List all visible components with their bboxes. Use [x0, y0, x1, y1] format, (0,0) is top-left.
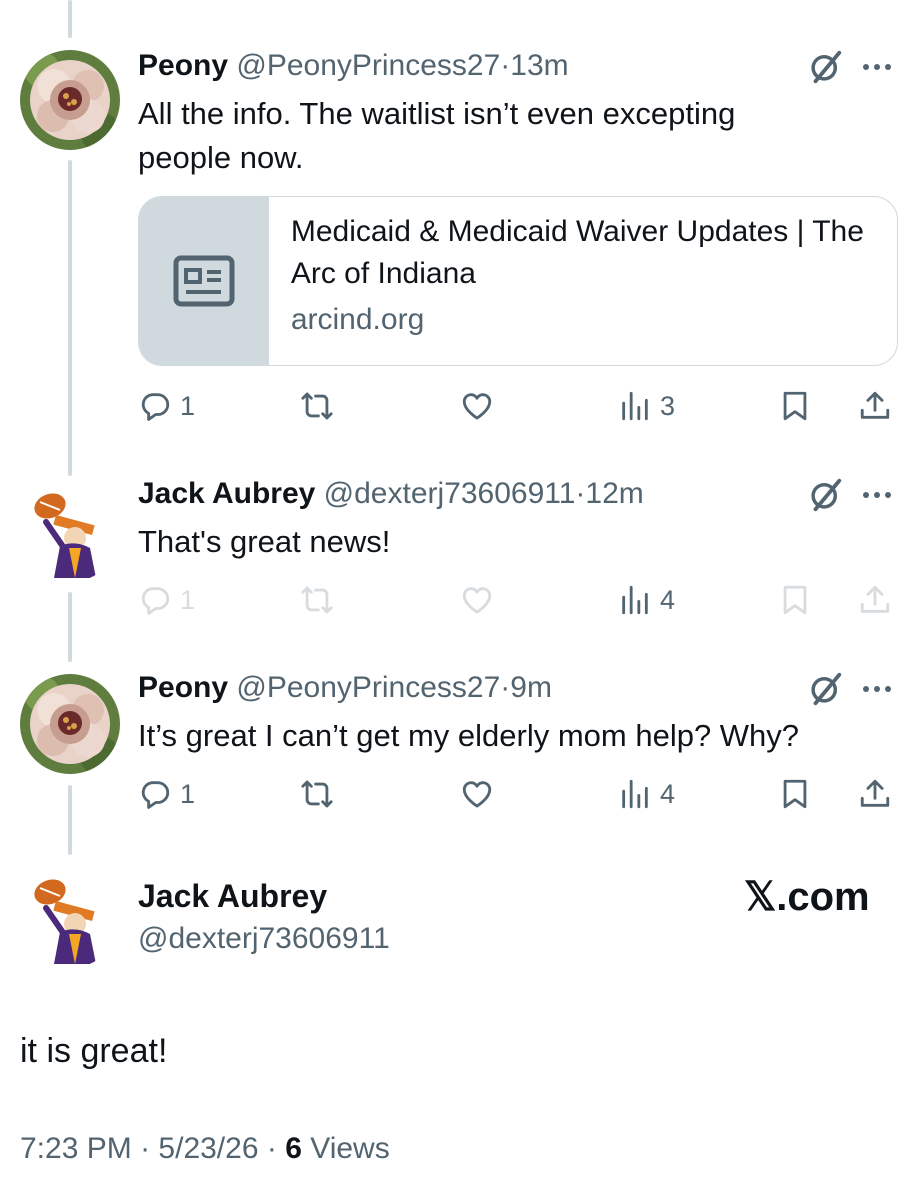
card-title: Medicaid & Medicaid Waiver Updates | The…	[290, 215, 864, 290]
like-button[interactable]	[460, 386, 494, 426]
tweet-header: Jack Aubrey @dexterj73606911·12m	[138, 476, 644, 512]
retweet-icon	[300, 389, 334, 423]
like-button[interactable]	[460, 580, 494, 620]
share-button[interactable]	[858, 386, 892, 426]
views-button[interactable]: 4	[618, 774, 675, 814]
reply-button[interactable]: 1	[138, 386, 195, 426]
action-bar: 1 4	[138, 580, 898, 620]
tweet-text: All the info. The waitlist isn’t even ex…	[138, 96, 736, 175]
share-icon	[858, 583, 892, 617]
bookmark-button[interactable]	[778, 580, 812, 620]
reply-count: 1	[180, 390, 196, 421]
display-name[interactable]: Jack Aubrey	[138, 477, 315, 510]
more-icon[interactable]	[860, 489, 894, 501]
reply-icon	[138, 583, 172, 617]
retweet-button[interactable]	[300, 580, 334, 620]
tweet-header: Peony @PeonyPrincess27·9m	[138, 670, 552, 706]
retweet-icon	[300, 583, 334, 617]
avatar[interactable]	[20, 868, 120, 968]
reply-count: 1	[180, 778, 196, 809]
bookmark-button[interactable]	[778, 386, 812, 426]
user-handle[interactable]: @PeonyPrincess27	[236, 49, 500, 82]
timestamp[interactable]: 9m	[510, 671, 552, 704]
views-chart-icon	[618, 583, 652, 617]
more-icon[interactable]	[860, 61, 894, 73]
bookmark-button[interactable]	[778, 774, 812, 814]
thread-line-2	[68, 592, 72, 662]
display-name[interactable]: Peony	[138, 49, 228, 82]
more-icon[interactable]	[860, 683, 894, 695]
grok-icon[interactable]	[806, 48, 844, 86]
views-button[interactable]: 4	[618, 580, 675, 620]
heart-icon	[460, 777, 494, 811]
display-name[interactable]: Jack Aubrey	[138, 878, 327, 915]
user-handle[interactable]: @dexterj73606911	[138, 922, 390, 956]
views-count: 4	[660, 584, 676, 615]
share-button[interactable]	[858, 774, 892, 814]
timestamp[interactable]: 13m	[510, 49, 568, 82]
separator: ·	[500, 671, 511, 704]
thread-line-top	[68, 0, 72, 38]
views-count: 4	[660, 778, 676, 809]
tweet-meta: 7:23 PM · 5/23/26 · 6 Views	[20, 1132, 390, 1166]
user-handle[interactable]: @dexterj73606911	[324, 477, 576, 510]
link-card[interactable]: Medicaid & Medicaid Waiver Updates | The…	[138, 196, 898, 366]
display-name[interactable]: Peony	[138, 671, 228, 704]
grok-icon[interactable]	[806, 670, 844, 708]
like-button[interactable]	[460, 774, 494, 814]
share-icon	[858, 777, 892, 811]
views-chart-icon	[618, 389, 652, 423]
heart-icon	[460, 583, 494, 617]
thread-line-1	[68, 160, 72, 476]
tweet-text: That's great news!	[138, 524, 391, 559]
retweet-button[interactable]	[300, 386, 334, 426]
post-date[interactable]: 5/23/26	[158, 1132, 258, 1165]
share-button[interactable]	[858, 580, 892, 620]
user-handle[interactable]: @PeonyPrincess27	[236, 671, 500, 704]
action-bar: 1 4	[138, 774, 898, 814]
reply-count: 1	[180, 584, 196, 615]
reply-icon	[138, 389, 172, 423]
reply-button[interactable]: 1	[138, 580, 195, 620]
avatar[interactable]	[20, 482, 120, 582]
views-chart-icon	[618, 777, 652, 811]
bookmark-icon	[778, 389, 812, 423]
card-domain: arcind.org	[290, 303, 425, 336]
views-button[interactable]: 3	[618, 386, 675, 426]
bookmark-icon	[778, 583, 812, 617]
share-icon	[858, 389, 892, 423]
heart-icon	[460, 389, 494, 423]
grok-icon[interactable]	[806, 476, 844, 514]
bookmark-icon	[778, 777, 812, 811]
tweet-text: It’s great I can’t get my elderly mom he…	[138, 718, 800, 753]
retweet-icon	[300, 777, 334, 811]
reply-icon	[138, 777, 172, 811]
views-count: 3	[660, 390, 676, 421]
views-count: 6	[285, 1132, 302, 1165]
separator: ·	[266, 1132, 277, 1165]
post-time[interactable]: 7:23 PM	[20, 1132, 132, 1165]
card-thumbnail	[139, 197, 269, 365]
timestamp[interactable]: 12m	[585, 477, 643, 510]
thread-line-3	[68, 785, 72, 855]
tweet-header: Peony @PeonyPrincess27·13m	[138, 48, 569, 84]
retweet-button[interactable]	[300, 774, 334, 814]
tweet-text: it is great!	[20, 1032, 168, 1070]
separator: ·	[575, 477, 586, 510]
separator: ·	[500, 49, 511, 82]
reply-button[interactable]: 1	[138, 774, 195, 814]
views-label: Views	[310, 1132, 390, 1165]
x-watermark: 𝕏.com	[744, 875, 870, 919]
separator: ·	[140, 1132, 151, 1165]
article-icon	[172, 254, 236, 308]
action-bar: 1 3	[138, 386, 898, 426]
avatar[interactable]	[20, 674, 120, 774]
avatar[interactable]	[20, 50, 120, 150]
